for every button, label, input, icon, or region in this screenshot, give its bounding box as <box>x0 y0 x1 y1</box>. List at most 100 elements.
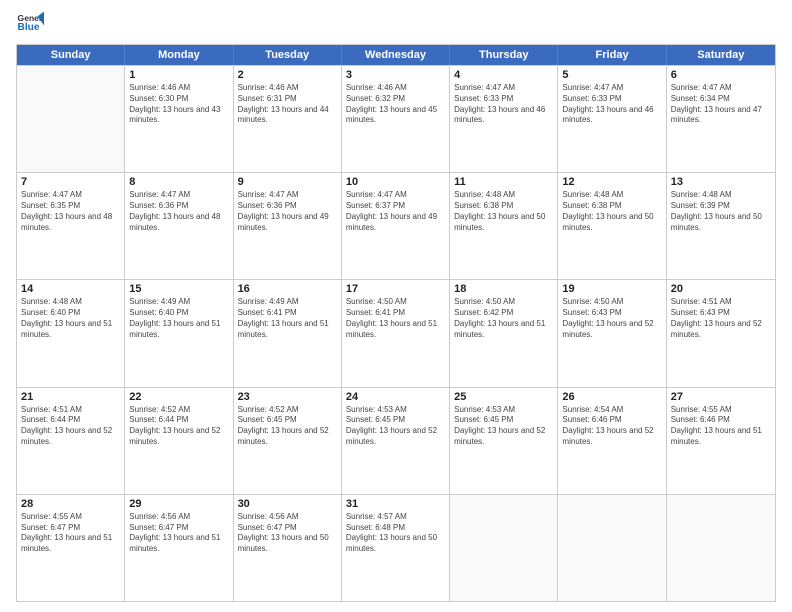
logo-icon: General Blue <box>16 10 44 38</box>
calendar-cell: 14 Sunrise: 4:48 AM Sunset: 6:40 PM Dayli… <box>17 280 125 386</box>
cell-day-number: 22 <box>129 391 228 403</box>
cell-day-number: 23 <box>238 391 337 403</box>
calendar-cell: 2 Sunrise: 4:46 AM Sunset: 6:31 PM Daylig… <box>234 66 342 172</box>
calendar-week: 28Sunrise: 4:55 AM Sunset: 6:47 PM Dayli… <box>17 494 775 601</box>
cell-day-number: 7 <box>21 176 120 188</box>
calendar-cell: 31 Sunrise: 4:57 AM Sunset: 6:48 PM Dayli… <box>342 495 450 601</box>
cell-info: Sunrise: 4:49 AM Sunset: 6:40 PM Dayligh… <box>129 297 228 340</box>
cell-day-number: 20 <box>671 283 771 295</box>
cell-info: Sunrise: 4:47 AM Sunset: 6:34 PM Dayligh… <box>671 83 771 126</box>
weekday-header: Wednesday <box>342 45 450 65</box>
calendar-cell: 13 Sunrise: 4:48 AM Sunset: 6:39 PM Dayli… <box>667 173 775 279</box>
calendar-cell: 20 Sunrise: 4:51 AM Sunset: 6:43 PM Dayli… <box>667 280 775 386</box>
cell-info: Sunrise: 4:47 AM Sunset: 6:36 PM Dayligh… <box>238 190 337 233</box>
cell-info: Sunrise: 4:47 AM Sunset: 6:36 PM Dayligh… <box>129 190 228 233</box>
calendar-week: 1Sunrise: 4:46 AM Sunset: 6:30 PM Daylig… <box>17 65 775 172</box>
cell-day-number: 11 <box>454 176 553 188</box>
calendar-cell: 23 Sunrise: 4:52 AM Sunset: 6:45 PM Dayli… <box>234 388 342 494</box>
cell-day-number: 14 <box>21 283 120 295</box>
cell-info: Sunrise: 4:53 AM Sunset: 6:45 PM Dayligh… <box>346 405 445 448</box>
cell-info: Sunrise: 4:48 AM Sunset: 6:39 PM Dayligh… <box>671 190 771 233</box>
weekday-header: Monday <box>125 45 233 65</box>
cell-info: Sunrise: 4:54 AM Sunset: 6:46 PM Dayligh… <box>562 405 661 448</box>
calendar-cell: 18 Sunrise: 4:50 AM Sunset: 6:42 PM Dayli… <box>450 280 558 386</box>
calendar-cell: 8 Sunrise: 4:47 AM Sunset: 6:36 PM Daylig… <box>125 173 233 279</box>
calendar-cell: 4 Sunrise: 4:47 AM Sunset: 6:33 PM Daylig… <box>450 66 558 172</box>
cell-info: Sunrise: 4:48 AM Sunset: 6:40 PM Dayligh… <box>21 297 120 340</box>
cell-info: Sunrise: 4:55 AM Sunset: 6:46 PM Dayligh… <box>671 405 771 448</box>
calendar-cell: 16 Sunrise: 4:49 AM Sunset: 6:41 PM Dayli… <box>234 280 342 386</box>
calendar: SundayMondayTuesdayWednesdayThursdayFrid… <box>16 44 776 602</box>
cell-day-number: 8 <box>129 176 228 188</box>
cell-info: Sunrise: 4:49 AM Sunset: 6:41 PM Dayligh… <box>238 297 337 340</box>
cell-day-number: 2 <box>238 69 337 81</box>
calendar-cell: 10 Sunrise: 4:47 AM Sunset: 6:37 PM Dayli… <box>342 173 450 279</box>
calendar-week: 21Sunrise: 4:51 AM Sunset: 6:44 PM Dayli… <box>17 387 775 494</box>
calendar-cell: 17Sunrise: 4:50 AM Sunset: 6:41 PM Dayli… <box>342 280 450 386</box>
calendar-cell: 21Sunrise: 4:51 AM Sunset: 6:44 PM Dayli… <box>17 388 125 494</box>
cell-info: Sunrise: 4:51 AM Sunset: 6:43 PM Dayligh… <box>671 297 771 340</box>
cell-info: Sunrise: 4:47 AM Sunset: 6:33 PM Dayligh… <box>454 83 553 126</box>
calendar-cell <box>667 495 775 601</box>
cell-day-number: 25 <box>454 391 553 403</box>
calendar-cell: 3 Sunrise: 4:46 AM Sunset: 6:32 PM Daylig… <box>342 66 450 172</box>
cell-day-number: 10 <box>346 176 445 188</box>
calendar-cell: 19 Sunrise: 4:50 AM Sunset: 6:43 PM Dayli… <box>558 280 666 386</box>
svg-text:Blue: Blue <box>18 22 40 33</box>
header: General Blue <box>16 10 776 38</box>
cell-day-number: 18 <box>454 283 553 295</box>
calendar-cell: 15 Sunrise: 4:49 AM Sunset: 6:40 PM Dayli… <box>125 280 233 386</box>
cell-info: Sunrise: 4:46 AM Sunset: 6:32 PM Dayligh… <box>346 83 445 126</box>
calendar-cell: 7 Sunrise: 4:47 AM Sunset: 6:35 PM Daylig… <box>17 173 125 279</box>
page: General Blue SundayMondayTuesdayWednesda… <box>0 0 792 612</box>
weekday-header: Friday <box>558 45 666 65</box>
cell-info: Sunrise: 4:50 AM Sunset: 6:42 PM Dayligh… <box>454 297 553 340</box>
calendar-week: 7 Sunrise: 4:47 AM Sunset: 6:35 PM Daylig… <box>17 172 775 279</box>
calendar-cell <box>450 495 558 601</box>
cell-day-number: 30 <box>238 498 337 510</box>
weekday-header: Tuesday <box>234 45 342 65</box>
cell-info: Sunrise: 4:50 AM Sunset: 6:41 PM Dayligh… <box>346 297 445 340</box>
calendar-week: 14 Sunrise: 4:48 AM Sunset: 6:40 PM Dayli… <box>17 279 775 386</box>
cell-info: Sunrise: 4:51 AM Sunset: 6:44 PM Dayligh… <box>21 405 120 448</box>
cell-day-number: 1 <box>129 69 228 81</box>
calendar-cell: 24 Sunrise: 4:53 AM Sunset: 6:45 PM Dayli… <box>342 388 450 494</box>
cell-day-number: 9 <box>238 176 337 188</box>
cell-day-number: 4 <box>454 69 553 81</box>
cell-info: Sunrise: 4:53 AM Sunset: 6:45 PM Dayligh… <box>454 405 553 448</box>
cell-info: Sunrise: 4:47 AM Sunset: 6:37 PM Dayligh… <box>346 190 445 233</box>
cell-info: Sunrise: 4:46 AM Sunset: 6:31 PM Dayligh… <box>238 83 337 126</box>
cell-day-number: 3 <box>346 69 445 81</box>
cell-info: Sunrise: 4:48 AM Sunset: 6:38 PM Dayligh… <box>454 190 553 233</box>
calendar-cell: 22 Sunrise: 4:52 AM Sunset: 6:44 PM Dayli… <box>125 388 233 494</box>
cell-info: Sunrise: 4:50 AM Sunset: 6:43 PM Dayligh… <box>562 297 661 340</box>
cell-day-number: 6 <box>671 69 771 81</box>
cell-day-number: 24 <box>346 391 445 403</box>
weekday-header: Saturday <box>667 45 775 65</box>
cell-info: Sunrise: 4:48 AM Sunset: 6:38 PM Dayligh… <box>562 190 661 233</box>
calendar-cell: 12Sunrise: 4:48 AM Sunset: 6:38 PM Dayli… <box>558 173 666 279</box>
cell-day-number: 15 <box>129 283 228 295</box>
cell-day-number: 26 <box>562 391 661 403</box>
cell-info: Sunrise: 4:47 AM Sunset: 6:35 PM Dayligh… <box>21 190 120 233</box>
calendar-cell <box>558 495 666 601</box>
cell-day-number: 16 <box>238 283 337 295</box>
cell-info: Sunrise: 4:52 AM Sunset: 6:45 PM Dayligh… <box>238 405 337 448</box>
cell-day-number: 13 <box>671 176 771 188</box>
calendar-cell: 1Sunrise: 4:46 AM Sunset: 6:30 PM Daylig… <box>125 66 233 172</box>
logo: General Blue <box>16 10 44 38</box>
cell-day-number: 27 <box>671 391 771 403</box>
weekday-header: Thursday <box>450 45 558 65</box>
cell-info: Sunrise: 4:56 AM Sunset: 6:47 PM Dayligh… <box>238 512 337 555</box>
calendar-cell: 25 Sunrise: 4:53 AM Sunset: 6:45 PM Dayli… <box>450 388 558 494</box>
cell-day-number: 31 <box>346 498 445 510</box>
cell-info: Sunrise: 4:57 AM Sunset: 6:48 PM Dayligh… <box>346 512 445 555</box>
calendar-cell: 6 Sunrise: 4:47 AM Sunset: 6:34 PM Daylig… <box>667 66 775 172</box>
calendar-cell: 29Sunrise: 4:56 AM Sunset: 6:47 PM Dayli… <box>125 495 233 601</box>
calendar-cell: 9 Sunrise: 4:47 AM Sunset: 6:36 PM Daylig… <box>234 173 342 279</box>
calendar-cell: 30 Sunrise: 4:56 AM Sunset: 6:47 PM Dayli… <box>234 495 342 601</box>
calendar-cell: 26 Sunrise: 4:54 AM Sunset: 6:46 PM Dayli… <box>558 388 666 494</box>
cell-info: Sunrise: 4:52 AM Sunset: 6:44 PM Dayligh… <box>129 405 228 448</box>
cell-day-number: 19 <box>562 283 661 295</box>
calendar-body: 1Sunrise: 4:46 AM Sunset: 6:30 PM Daylig… <box>17 65 775 601</box>
